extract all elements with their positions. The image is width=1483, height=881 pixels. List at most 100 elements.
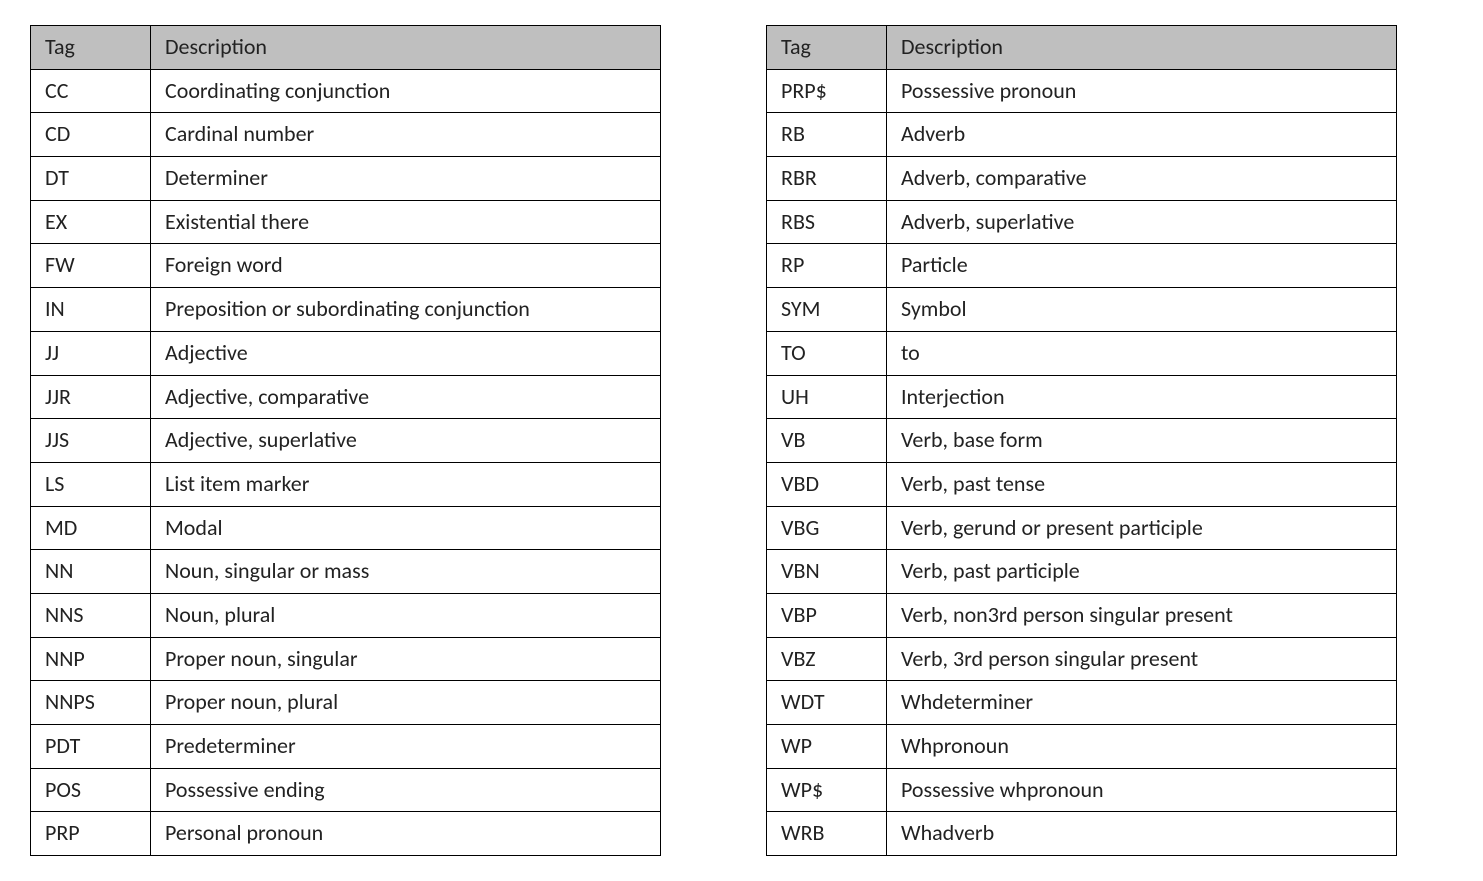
cell-tag: VB — [767, 419, 887, 463]
cell-tag: VBP — [767, 593, 887, 637]
cell-description: Adjective, superlative — [151, 419, 661, 463]
cell-description: Whadverb — [887, 812, 1397, 856]
table-row: VBD Verb, past tense — [767, 462, 1397, 506]
table-row: JJR Adjective, comparative — [31, 375, 661, 419]
cell-description: to — [887, 331, 1397, 375]
cell-description: Possessive whpronoun — [887, 768, 1397, 812]
cell-tag: CC — [31, 69, 151, 113]
table-row: DT Determiner — [31, 157, 661, 201]
header-tag: Tag — [31, 26, 151, 70]
cell-tag: VBN — [767, 550, 887, 594]
cell-description: Preposition or subordinating conjunction — [151, 288, 661, 332]
cell-tag: WP$ — [767, 768, 887, 812]
cell-description: Coordinating conjunction — [151, 69, 661, 113]
table-row: VBN Verb, past participle — [767, 550, 1397, 594]
table-row: NNS Noun, plural — [31, 593, 661, 637]
cell-description: List item marker — [151, 462, 661, 506]
cell-description: Adjective, comparative — [151, 375, 661, 419]
cell-description: Modal — [151, 506, 661, 550]
table-row: POS Possessive ending — [31, 768, 661, 812]
cell-description: Verb, past tense — [887, 462, 1397, 506]
cell-description: Personal pronoun — [151, 812, 661, 856]
cell-tag: JJS — [31, 419, 151, 463]
cell-tag: NN — [31, 550, 151, 594]
table-row: VB Verb, base form — [767, 419, 1397, 463]
table-row: CC Coordinating conjunction — [31, 69, 661, 113]
cell-description: Whpronoun — [887, 725, 1397, 769]
cell-description: Cardinal number — [151, 113, 661, 157]
table-row: RBS Adverb, superlative — [767, 200, 1397, 244]
cell-tag: VBD — [767, 462, 887, 506]
cell-tag: TO — [767, 331, 887, 375]
cell-description: Verb, past participle — [887, 550, 1397, 594]
table-row: IN Preposition or subordinating conjunct… — [31, 288, 661, 332]
cell-description: Particle — [887, 244, 1397, 288]
cell-description: Possessive pronoun — [887, 69, 1397, 113]
cell-description: Noun, singular or mass — [151, 550, 661, 594]
cell-tag: SYM — [767, 288, 887, 332]
cell-tag: PRP$ — [767, 69, 887, 113]
table-row: LS List item marker — [31, 462, 661, 506]
pos-table-right: Tag Description PRP$ Possessive pronoun … — [766, 25, 1397, 856]
table-header-row: Tag Description — [31, 26, 661, 70]
cell-description: Verb, non3rd person singular present — [887, 593, 1397, 637]
cell-tag: NNP — [31, 637, 151, 681]
cell-description: Symbol — [887, 288, 1397, 332]
table-row: MD Modal — [31, 506, 661, 550]
cell-description: Adverb, comparative — [887, 157, 1397, 201]
table-row: WDT Whdeterminer — [767, 681, 1397, 725]
table-row: RP Particle — [767, 244, 1397, 288]
tables-container: Tag Description CC Coordinating conjunct… — [30, 25, 1453, 856]
cell-tag: WP — [767, 725, 887, 769]
cell-tag: JJ — [31, 331, 151, 375]
cell-description: Interjection — [887, 375, 1397, 419]
table-row: TO to — [767, 331, 1397, 375]
table-body-left: CC Coordinating conjunction CD Cardinal … — [31, 69, 661, 855]
cell-description: Adjective — [151, 331, 661, 375]
table-row: EX Existential there — [31, 200, 661, 244]
table-row: NNPS Proper noun, plural — [31, 681, 661, 725]
cell-description: Foreign word — [151, 244, 661, 288]
table-row: VBG Verb, gerund or present participle — [767, 506, 1397, 550]
cell-tag: VBZ — [767, 637, 887, 681]
table-row: VBP Verb, non3rd person singular present — [767, 593, 1397, 637]
table-row: WRB Whadverb — [767, 812, 1397, 856]
cell-description: Existential there — [151, 200, 661, 244]
cell-description: Whdeterminer — [887, 681, 1397, 725]
cell-tag: POS — [31, 768, 151, 812]
cell-description: Possessive ending — [151, 768, 661, 812]
cell-tag: RBS — [767, 200, 887, 244]
cell-tag: PRP — [31, 812, 151, 856]
cell-tag: MD — [31, 506, 151, 550]
cell-description: Proper noun, singular — [151, 637, 661, 681]
table-row: RBR Adverb, comparative — [767, 157, 1397, 201]
cell-description: Verb, base form — [887, 419, 1397, 463]
table-header-row: Tag Description — [767, 26, 1397, 70]
cell-description: Verb, 3rd person singular present — [887, 637, 1397, 681]
cell-description: Noun, plural — [151, 593, 661, 637]
cell-tag: RB — [767, 113, 887, 157]
table-row: SYM Symbol — [767, 288, 1397, 332]
cell-description: Adverb — [887, 113, 1397, 157]
table-row: PDT Predeterminer — [31, 725, 661, 769]
cell-tag: UH — [767, 375, 887, 419]
table-row: UH Interjection — [767, 375, 1397, 419]
table-row: FW Foreign word — [31, 244, 661, 288]
cell-tag: LS — [31, 462, 151, 506]
cell-tag: WDT — [767, 681, 887, 725]
cell-description: Predeterminer — [151, 725, 661, 769]
cell-description: Adverb, superlative — [887, 200, 1397, 244]
cell-tag: NNPS — [31, 681, 151, 725]
table-row: PRP Personal pronoun — [31, 812, 661, 856]
cell-tag: NNS — [31, 593, 151, 637]
cell-tag: WRB — [767, 812, 887, 856]
table-row: RB Adverb — [767, 113, 1397, 157]
cell-tag: CD — [31, 113, 151, 157]
table-row: PRP$ Possessive pronoun — [767, 69, 1397, 113]
cell-tag: VBG — [767, 506, 887, 550]
table-row: WP$ Possessive whpronoun — [767, 768, 1397, 812]
header-tag: Tag — [767, 26, 887, 70]
table-row: NN Noun, singular or mass — [31, 550, 661, 594]
cell-tag: EX — [31, 200, 151, 244]
cell-tag: PDT — [31, 725, 151, 769]
